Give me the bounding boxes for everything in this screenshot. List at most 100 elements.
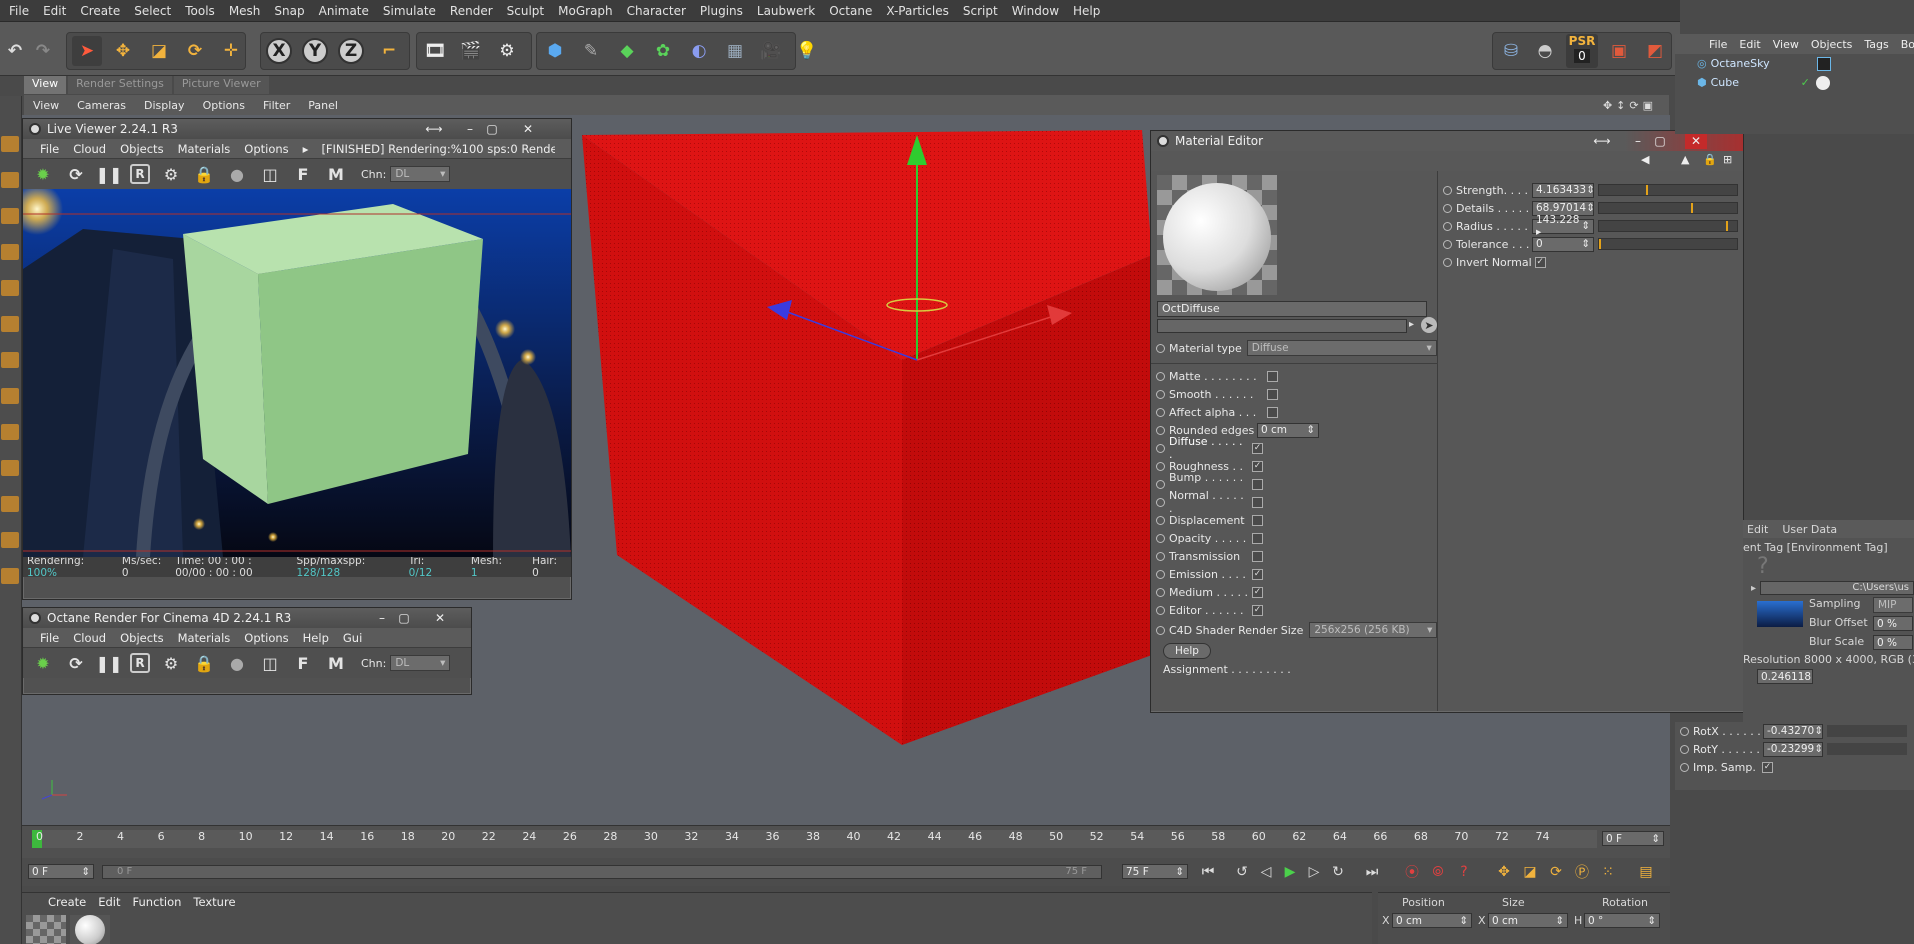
opacity-radio[interactable] <box>1156 533 1165 543</box>
pause-icon[interactable]: ❚❚ <box>96 651 123 675</box>
timeline-ruler[interactable]: 0 2 4 6 8 10 12 14 16 18 20 22 24 26 28 30 32 34 36 38 40 42 4… <box>32 830 1597 848</box>
help-question-icon[interactable]: ? <box>1757 554 1914 579</box>
stepper-icon[interactable]: ⇕ <box>1586 184 1595 196</box>
nurbs-icon[interactable]: ◆ <box>612 36 642 66</box>
imp-samp-checkbox[interactable]: ✓ <box>1762 761 1773 773</box>
start-frame-field[interactable]: 0 F ⇕ <box>28 864 94 879</box>
tolerance-field[interactable]: 0 ⇕ <box>1532 236 1594 252</box>
close-icon[interactable]: ✕ <box>429 610 451 626</box>
play-icon[interactable]: ▶ <box>1280 862 1300 882</box>
object-row-octanesky[interactable]: ◎ OctaneSky <box>1675 54 1914 73</box>
stepper-icon[interactable]: ⇕ <box>1651 833 1660 845</box>
normal-radio[interactable] <box>1156 497 1165 507</box>
stepper-icon[interactable]: ⇕ <box>1814 743 1823 755</box>
key-rotation-icon[interactable]: ⟳ <box>1546 862 1566 882</box>
psr-button[interactable]: PSR 0 <box>1566 34 1598 68</box>
pick-cursor-icon[interactable]: ➤ <box>1421 317 1437 333</box>
affect-alpha-radio[interactable] <box>1156 407 1165 417</box>
emission-checkbox[interactable]: ✓ <box>1252 568 1263 580</box>
camera-icon[interactable]: 🎥 <box>756 36 786 66</box>
hdri-thumbnail[interactable] <box>1757 601 1803 627</box>
minimize-icon[interactable]: – <box>1627 133 1649 149</box>
array-icon[interactable]: ✿ <box>648 36 678 66</box>
maximize-icon[interactable]: ▢ <box>481 121 503 137</box>
material-tag-icon[interactable] <box>1815 75 1830 90</box>
nav-back-icon[interactable]: ◀ <box>1641 153 1649 166</box>
strength-field[interactable]: 4.163433 ⇕ <box>1532 182 1595 198</box>
menu-octane[interactable]: Octane <box>822 4 879 18</box>
details-slider[interactable] <box>1598 202 1738 214</box>
radius-slider-handle[interactable] <box>1726 221 1728 231</box>
region-render-icon[interactable]: R <box>130 653 150 673</box>
environment-tag-icon[interactable] <box>1816 56 1831 71</box>
details-slider-handle[interactable] <box>1691 203 1693 213</box>
menu-character[interactable]: Character <box>620 4 693 18</box>
tolerance-slider[interactable] <box>1598 238 1738 250</box>
menu-select[interactable]: Select <box>127 4 178 18</box>
bump-radio[interactable] <box>1156 479 1165 489</box>
dome-icon[interactable]: ◓ <box>1530 36 1560 66</box>
blur-scale-field[interactable]: 0 % <box>1873 635 1913 650</box>
move-icon[interactable]: ✥ <box>108 36 138 66</box>
path-arrow-icon[interactable]: ▸ <box>1751 583 1756 594</box>
menu-mograph[interactable]: MoGraph <box>551 4 620 18</box>
redo-icon[interactable]: ↷ <box>28 36 58 66</box>
tolerance-radio[interactable] <box>1443 239 1452 249</box>
brush-icon[interactable] <box>1 568 19 584</box>
view-menu-view[interactable]: View <box>24 99 68 112</box>
live-viewer-titlebar[interactable]: Live Viewer 2.24.1 R3 ⟷ – ▢ ✕ <box>23 119 571 139</box>
tab-render-settings[interactable]: Render Settings <box>68 76 172 94</box>
film-icon[interactable]: ▣ <box>1604 36 1634 66</box>
maximize-icon[interactable]: ▢ <box>1649 133 1671 149</box>
menu-simulate[interactable]: Simulate <box>376 4 443 18</box>
lv-menu-file[interactable]: File <box>33 142 66 156</box>
lv-menu-materials[interactable]: Materials <box>171 142 238 156</box>
radius-slider[interactable] <box>1598 220 1738 232</box>
lv-menu-cloud[interactable]: Cloud <box>66 142 113 156</box>
view-menu-options[interactable]: Options <box>194 99 254 112</box>
channel-row-medium[interactable]: Medium . . . . . ✓ <box>1151 583 1438 601</box>
view-menu-display[interactable]: Display <box>135 99 194 112</box>
om-menu-file[interactable]: File <box>1703 38 1733 51</box>
close-icon[interactable]: ✕ <box>1685 133 1707 149</box>
tab-picture-viewer[interactable]: Picture Viewer <box>173 76 269 94</box>
settings-icon[interactable]: ⚙ <box>159 651 183 675</box>
size-x-field[interactable]: 0 cm ⇕ <box>1488 913 1568 928</box>
visibility-check-icon[interactable]: ✓ <box>1801 76 1810 89</box>
oct-menu-cloud[interactable]: Cloud <box>66 631 113 645</box>
tweak-icon[interactable] <box>1 388 19 404</box>
stepper-icon[interactable]: ⇕ <box>1175 866 1184 878</box>
y-axis-button[interactable]: Y <box>302 38 328 64</box>
attr-menu-user-data[interactable]: User Data <box>1782 523 1837 536</box>
opacity-checkbox[interactable] <box>1252 532 1263 544</box>
dock-icon[interactable]: ⟷ <box>423 121 445 137</box>
oct-channel-select[interactable]: DL ▾ <box>390 655 451 671</box>
bump-checkbox[interactable] <box>1252 478 1263 490</box>
key-pla-icon[interactable]: ⁙ <box>1598 862 1618 882</box>
menu-window[interactable]: Window <box>1005 4 1066 18</box>
stepper-icon[interactable]: ⇕ <box>1459 915 1468 927</box>
lv-channel-select[interactable]: DL ▾ <box>390 166 451 182</box>
close-icon[interactable]: ✕ <box>517 121 539 137</box>
oct-menu-help[interactable]: Help <box>296 631 336 645</box>
transmission-checkbox[interactable] <box>1252 550 1263 562</box>
menu-sculpt[interactable]: Sculpt <box>500 4 551 18</box>
next-frame-icon[interactable]: ▷ <box>1304 862 1324 882</box>
imp-samp-radio[interactable] <box>1680 762 1689 772</box>
mm-menu-create[interactable]: Create <box>42 895 92 909</box>
stepper-icon[interactable]: ⇕ <box>1586 202 1595 214</box>
menu-edit[interactable]: Edit <box>36 4 73 18</box>
render-view-icon[interactable]: 🎞 <box>420 36 450 66</box>
render-settings-icon[interactable]: ⚙ <box>492 36 522 66</box>
key-parameter-icon[interactable]: Ⓟ <box>1572 862 1592 882</box>
material-swatch-sky[interactable] <box>26 915 66 944</box>
menu-tools[interactable]: Tools <box>178 4 222 18</box>
stepper-icon[interactable]: ⇕ <box>1581 220 1590 232</box>
keyframe-selection-icon[interactable]: ? <box>1454 862 1474 882</box>
invert-normal-checkbox[interactable]: ✓ <box>1534 256 1546 268</box>
roty-radio[interactable] <box>1680 744 1689 754</box>
channel-row-editor[interactable]: Editor . . . . . . ✓ <box>1151 601 1438 619</box>
oct-menu-options[interactable]: Options <box>237 631 295 645</box>
strength-radio[interactable] <box>1443 185 1452 195</box>
polygons-mode-icon[interactable] <box>1 208 19 224</box>
